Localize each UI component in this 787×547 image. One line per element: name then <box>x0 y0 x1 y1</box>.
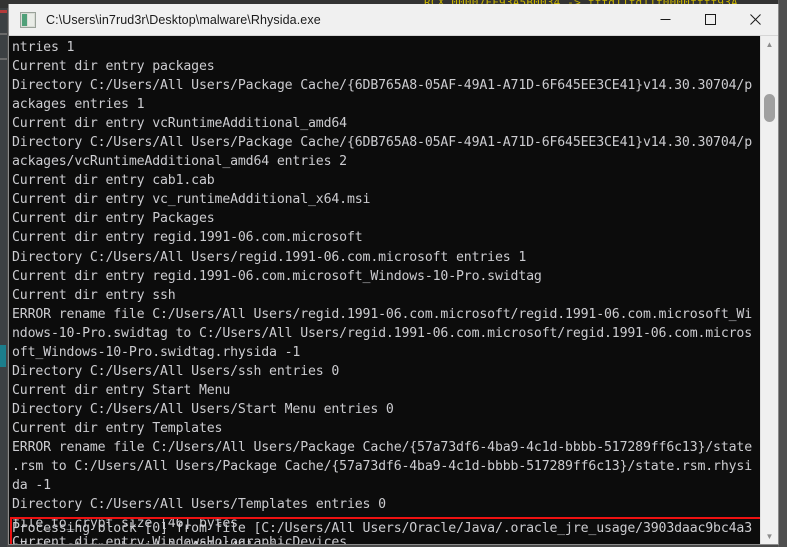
console-body: ntries 1 Current dir entry packages Direct… <box>9 36 778 544</box>
console-line-highlighted: b7.timestamp.rhysida] [46]/[46] size <box>12 538 752 544</box>
console-line: Directory C:/Users/All Users/Package Cac… <box>12 135 753 151</box>
console-window: C:\Users\in7rud3r\Desktop\malware\Rhysid… <box>8 4 779 545</box>
console-line: Directory C:/Users/All Users/Package Cac… <box>12 78 753 94</box>
console-line: ntries 1 <box>12 40 75 55</box>
highlighted-line-list: Processing block [0] from file [C:/Users… <box>12 519 753 544</box>
minimize-icon <box>660 19 671 20</box>
background-left-separator-bottom <box>0 58 7 60</box>
window-controls <box>643 4 778 35</box>
background-left-teal-marker <box>0 345 6 367</box>
console-line: Directory C:/Users/All Users/Start Menu … <box>12 401 394 417</box>
console-line: da -1 <box>12 478 51 494</box>
console-line-list: ntries 1 Current dir entry packages Direct… <box>12 38 760 544</box>
console-line: Current dir entry Templates <box>12 420 223 436</box>
console-line: ndows-10-Pro.swidtag to C:/Users/All Use… <box>12 325 753 341</box>
console-output[interactable]: ntries 1 Current dir entry packages Direct… <box>9 36 760 544</box>
console-line: Current dir entry vcRuntimeAdditional_am… <box>12 116 347 132</box>
console-line-highlighted: Processing block [0] from file [C:/Users… <box>12 521 753 536</box>
background-left-edge <box>0 8 7 547</box>
screen-root: RCX 00007FF93A5B0034 -> fffd11fd11f0000f… <box>0 0 787 547</box>
console-line: ackages/vcRuntimeAdditional_amd64 entrie… <box>12 154 347 170</box>
console-line: Current dir entry regid.1991-06.com.micr… <box>12 230 363 246</box>
maximize-button[interactable] <box>688 4 733 35</box>
background-right-edge <box>778 0 787 547</box>
console-line: Current dir entry vc_runtimeAdditional_x… <box>12 192 371 208</box>
close-button[interactable] <box>733 4 778 35</box>
scrollbar-thumb[interactable] <box>764 94 775 122</box>
console-line: ERROR rename file C:/Users/All Users/Pac… <box>12 439 753 455</box>
window-title: C:\Users\in7rud3r\Desktop\malware\Rhysid… <box>46 12 321 27</box>
scroll-down-arrow-icon[interactable]: ▼ <box>761 528 778 544</box>
title-bar[interactable]: C:\Users\in7rud3r\Desktop\malware\Rhysid… <box>9 4 778 36</box>
console-icon <box>20 11 36 28</box>
background-left-red-marker <box>0 10 7 13</box>
console-line: Current dir entry cab1.cab <box>12 173 215 189</box>
console-line: ackages entries 1 <box>12 97 145 113</box>
console-line: Directory C:/Users/All Users/regid.1991-… <box>12 249 527 265</box>
console-line: Directory C:/Users/All Users/ssh entries… <box>12 363 340 379</box>
console-line: Directory C:/Users/All Users/Templates e… <box>12 497 386 513</box>
maximize-icon <box>705 14 716 25</box>
console-line: Current dir entry ssh <box>12 287 176 303</box>
console-line: Current dir entry Start Menu <box>12 382 231 398</box>
console-scrollbar[interactable]: ▲ ▼ <box>760 36 778 544</box>
close-icon <box>750 14 761 25</box>
console-line: .rsm to C:/Users/All Users/Package Cache… <box>12 459 753 475</box>
console-line: ERROR rename file C:/Users/All Users/reg… <box>12 306 753 322</box>
minimize-button[interactable] <box>643 4 688 35</box>
scroll-up-arrow-icon[interactable]: ▲ <box>761 36 778 53</box>
background-left-separator-top <box>0 33 7 35</box>
console-line: Current dir entry Packages <box>12 211 215 227</box>
console-line: Current dir entry packages <box>12 59 215 75</box>
console-line: Current dir entry regid.1991-06.com.micr… <box>12 268 542 284</box>
console-line: oft_Windows-10-Pro.swidtag.rhysida -1 <box>12 344 301 360</box>
